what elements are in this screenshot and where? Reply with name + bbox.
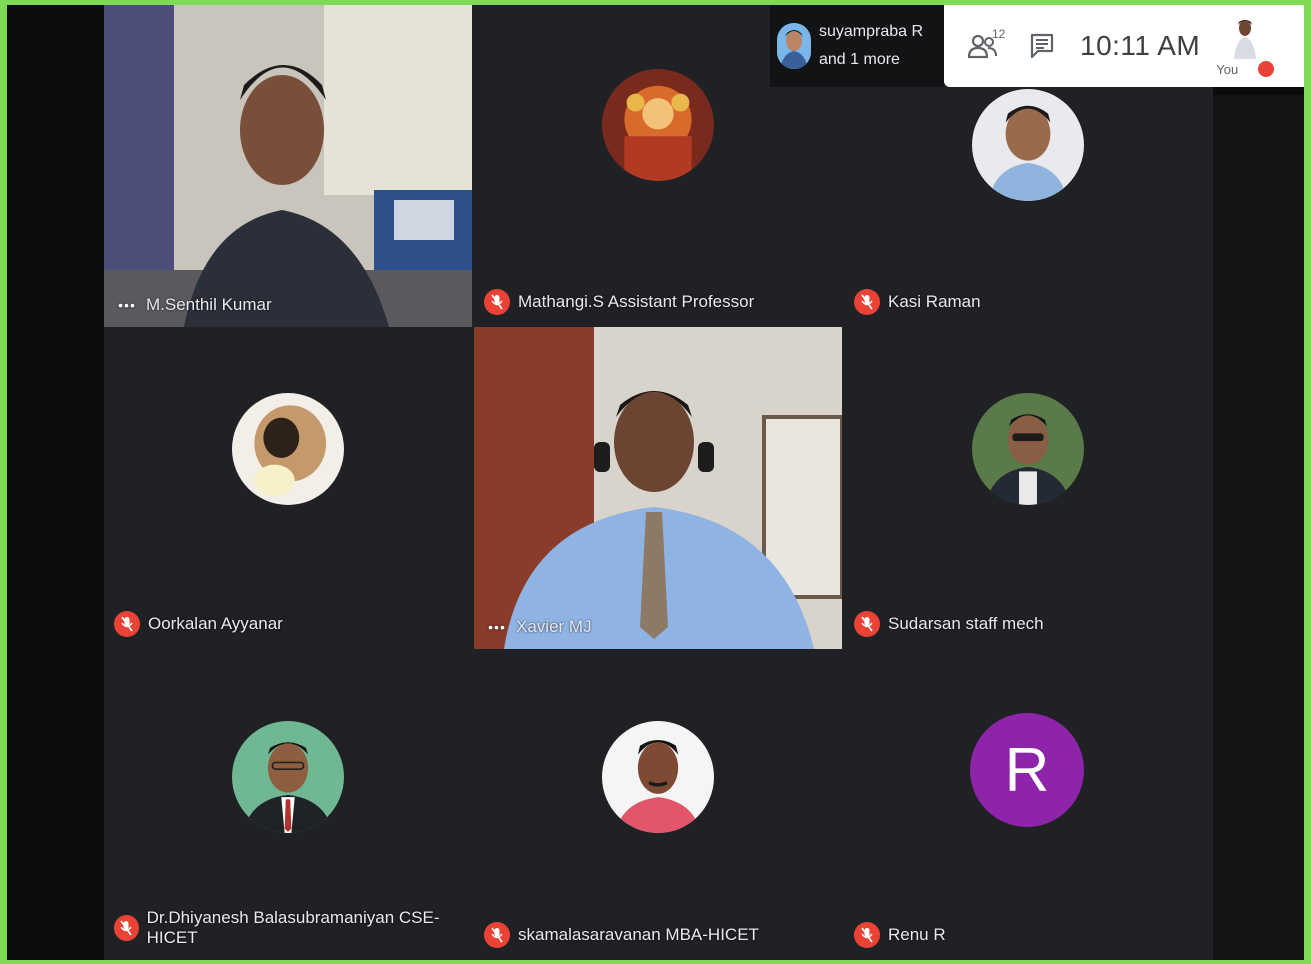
mic-off-icon — [484, 289, 510, 315]
self-label: You — [1216, 62, 1239, 77]
meeting-clock: 10:11 AM — [1080, 30, 1201, 61]
participant-name: Renu R — [888, 925, 946, 944]
self-avatar — [1234, 20, 1257, 59]
mic-off-icon — [114, 915, 139, 941]
people-button[interactable]: 12 — [968, 27, 1005, 59]
participant-tile-senthil[interactable]: ••• M.Senthil Kumar — [104, 5, 472, 327]
participant-name: M.Senthil Kumar — [146, 295, 272, 314]
participant-tile-xavier[interactable]: ••• Xavier MJ — [474, 327, 842, 649]
participant-name-row: skamalasaravanan MBA-HICET — [484, 922, 759, 948]
letter-avatar: R — [970, 713, 1084, 827]
participant-name: Mathangi.S Assistant Professor — [518, 292, 755, 311]
presenter-name: suyampraba R — [819, 23, 924, 40]
participant-name: Dr.Dhiyanesh Balasubramaniyan CSE-HICET — [146, 908, 440, 947]
meeting-window: ••• M.Senthil Kumar Mathangi.S Assistant… — [7, 5, 1304, 960]
chat-button[interactable] — [1030, 33, 1054, 59]
presenter-chip[interactable]: suyampraba R and 1 more — [770, 5, 944, 87]
participant-avatar — [972, 393, 1084, 505]
participant-name: skamalasaravanan MBA-HICET — [518, 925, 759, 944]
participant-avatar — [232, 393, 344, 505]
participant-name-row: Mathangi.S Assistant Professor — [484, 289, 754, 315]
participant-tile-oorkalan[interactable]: Oorkalan Ayyanar — [104, 327, 472, 649]
participant-name-row: Renu R — [854, 922, 946, 948]
participant-avatar — [972, 89, 1084, 201]
more-options-icon[interactable]: ••• — [484, 619, 510, 635]
presenter-avatar — [777, 23, 811, 69]
participant-name-row: Kasi Raman — [854, 289, 981, 315]
participant-avatar — [232, 721, 344, 833]
participant-name-row: ••• Xavier MJ — [484, 617, 592, 637]
mic-off-icon — [854, 289, 880, 315]
participant-tile-dhiyanesh[interactable]: Dr.Dhiyanesh Balasubramaniyan CSE-HICET — [104, 649, 472, 960]
participant-name-row: ••• M.Senthil Kumar — [114, 295, 272, 315]
participant-name-row: Dr.Dhiyanesh Balasubramaniyan CSE-HICET — [114, 908, 472, 948]
video-feed — [104, 5, 472, 327]
self-mic-off-icon — [1258, 61, 1275, 77]
participant-name: Sudarsan staff mech — [888, 614, 1044, 633]
mic-off-icon — [484, 922, 510, 948]
participants-count: 12 — [992, 27, 1006, 41]
participant-avatar — [602, 69, 714, 181]
participant-name: Oorkalan Ayyanar — [148, 614, 283, 633]
participant-name-row: Oorkalan Ayyanar — [114, 611, 283, 637]
video-feed — [474, 327, 842, 649]
participant-tile-renu[interactable]: R Renu R — [844, 649, 1212, 960]
meeting-toolbar: 12 10:11 AM You — [944, 5, 1304, 87]
participant-name: Kasi Raman — [888, 292, 981, 311]
participant-grid: ••• M.Senthil Kumar Mathangi.S Assistant… — [104, 5, 1213, 960]
mic-off-icon — [854, 922, 880, 948]
right-side-panel — [1213, 95, 1304, 960]
more-options-icon[interactable]: ••• — [114, 297, 140, 313]
participant-tile-kamalasaravanan[interactable]: skamalasaravanan MBA-HICET — [474, 649, 842, 960]
presenter-text: suyampraba R and 1 more — [819, 18, 923, 74]
presenter-more: and 1 more — [819, 51, 900, 68]
mic-off-icon — [114, 611, 140, 637]
participant-name-row: Sudarsan staff mech — [854, 611, 1044, 637]
chat-icon — [1030, 33, 1054, 59]
participant-name: Xavier MJ — [516, 617, 592, 636]
mic-off-icon — [854, 611, 880, 637]
participant-tile-sudarsan[interactable]: Sudarsan staff mech — [844, 327, 1212, 649]
self-view[interactable]: You — [1216, 5, 1278, 87]
participant-avatar — [602, 721, 714, 833]
